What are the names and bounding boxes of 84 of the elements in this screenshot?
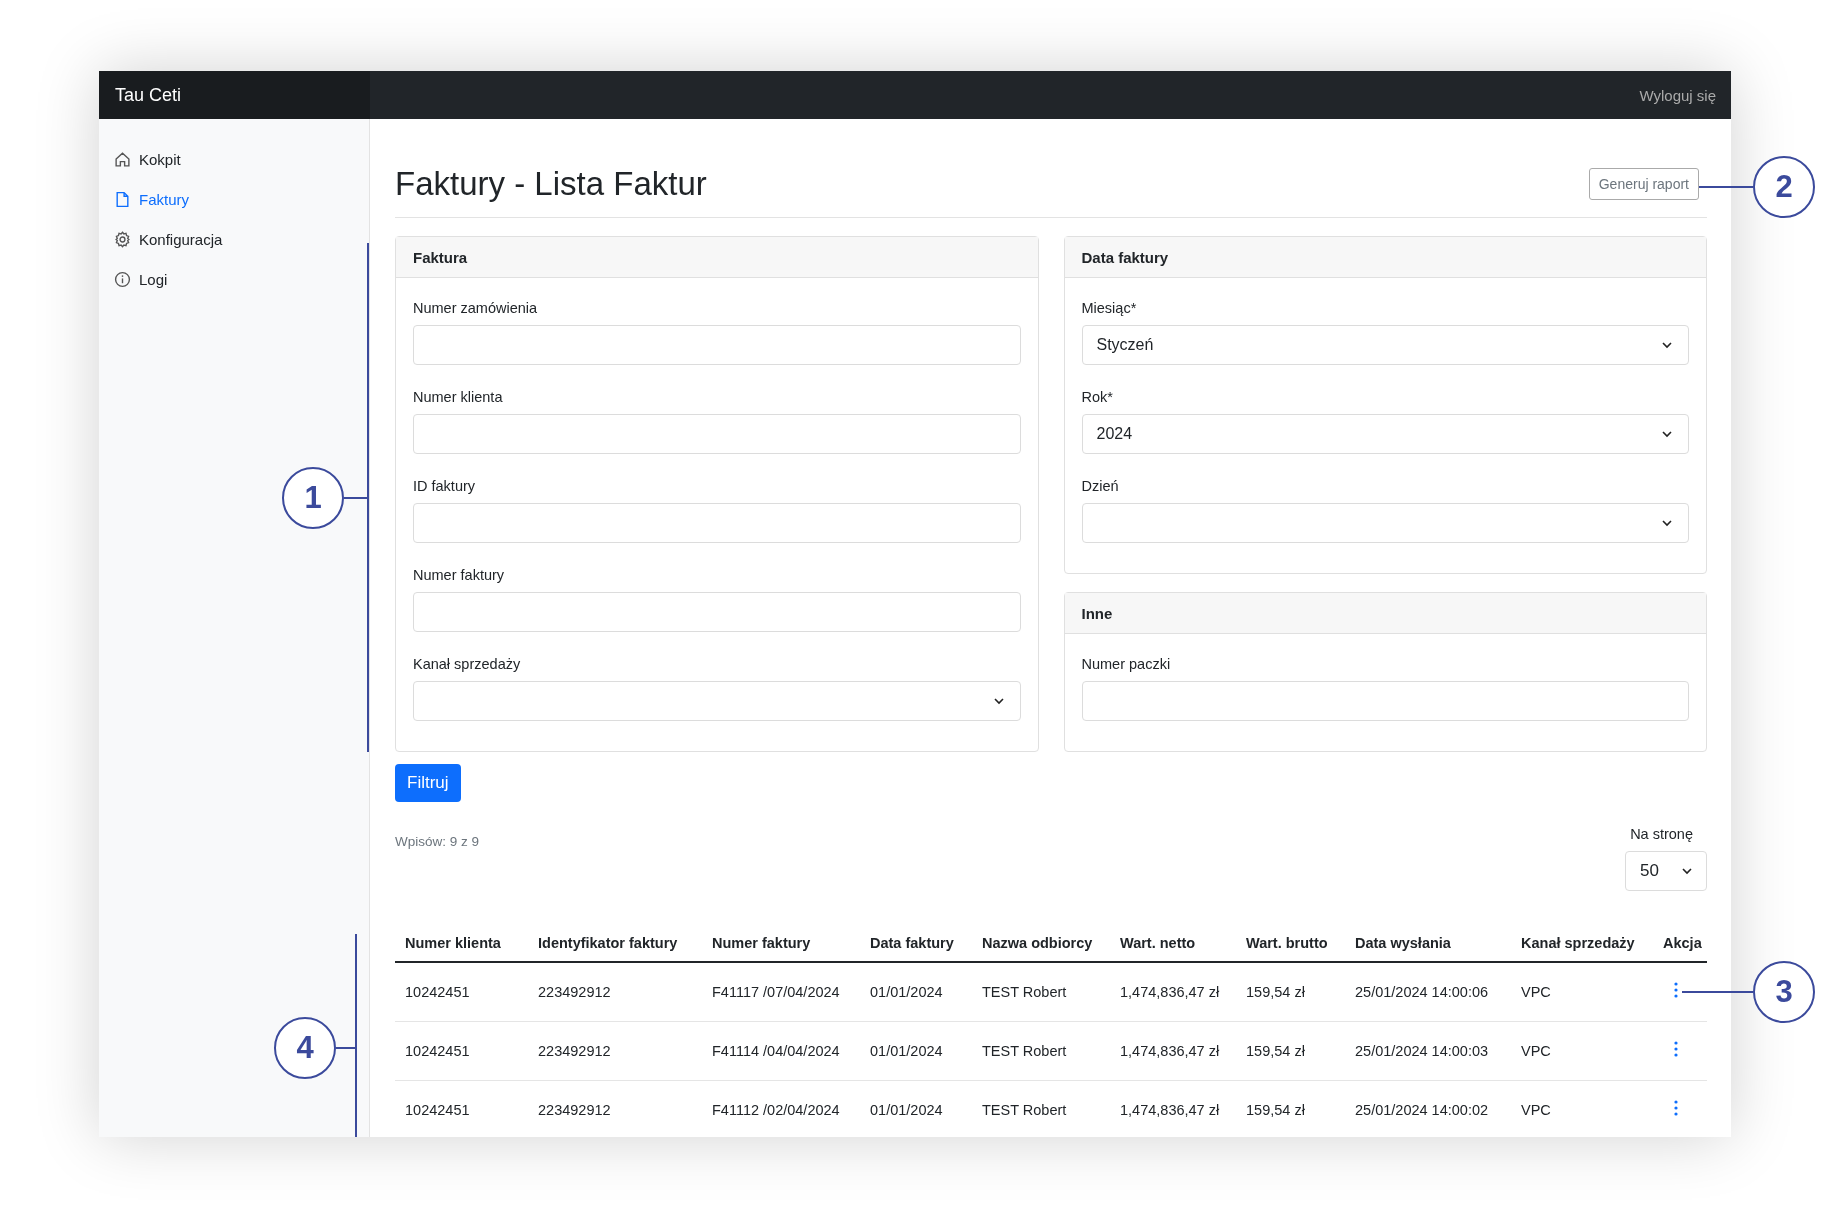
table-cell-text: 1,474,836,47 zł xyxy=(1119,984,1221,1000)
document-icon xyxy=(114,190,131,208)
table-cell-text: VPC xyxy=(1520,1043,1552,1059)
callout-number: 2 xyxy=(1753,156,1815,218)
sidebar-item[interactable]: Faktury xyxy=(99,179,369,219)
column-header: Wart. netto xyxy=(1119,934,1197,953)
column-header: Numer faktury xyxy=(711,934,812,953)
field-label: Rok* xyxy=(1081,389,1114,405)
per-page-label: Na stronę xyxy=(1630,826,1693,842)
table-cell-text: 159,54 zł xyxy=(1245,1043,1306,1059)
field-label: Miesiąc* xyxy=(1081,300,1138,316)
select-field[interactable] xyxy=(1081,503,1689,543)
input-field[interactable] xyxy=(413,503,1021,543)
table-cell-text: 223492912 xyxy=(537,984,612,1000)
column-header: Identyfikator faktury xyxy=(537,934,679,953)
column-header: Kanał sprzedaży xyxy=(1520,934,1636,953)
table-cell-text: 25/01/2024 14:00:03 xyxy=(1354,1043,1490,1059)
card-header: Inne xyxy=(1064,593,1706,634)
more-options-icon[interactable] xyxy=(1673,981,1679,999)
table-cell-text: 223492912 xyxy=(537,1102,612,1118)
more-options-icon[interactable] xyxy=(1673,1040,1679,1058)
table-cell-text: F41114 /04/04/2024 xyxy=(711,1043,841,1059)
table-cell-text: 159,54 zł xyxy=(1245,1102,1306,1118)
field-label: Numer faktury xyxy=(413,567,506,583)
column-header: Data wysłania xyxy=(1354,934,1452,953)
table-cell-text: 25/01/2024 14:00:06 xyxy=(1354,984,1490,1000)
column-header: Data faktury xyxy=(869,934,955,953)
column-header: Numer klienta xyxy=(404,934,502,953)
select-field[interactable]: 2024 xyxy=(1081,414,1689,454)
page-title: Faktury - Lista Faktur xyxy=(395,165,707,203)
table-cell-text: 223492912 xyxy=(537,1043,612,1059)
field-label: Numer zamówienia xyxy=(413,300,539,316)
input-field[interactable] xyxy=(413,414,1021,454)
input-field[interactable] xyxy=(413,325,1021,365)
logout-link[interactable]: Wyloguj się xyxy=(1639,86,1716,104)
card-header: Data faktury xyxy=(1064,237,1706,278)
select-field[interactable] xyxy=(413,681,1021,721)
field-label: Dzień xyxy=(1081,478,1120,494)
settings-icon xyxy=(114,230,131,248)
sidebar-item[interactable]: Logi xyxy=(99,259,369,299)
record-count: Wpisów: 9 z 9 xyxy=(395,834,480,849)
field-label: ID faktury xyxy=(413,478,477,494)
table-cell-text: 25/01/2024 14:00:02 xyxy=(1354,1102,1490,1118)
table-cell-text: TEST Robert xyxy=(981,984,1068,1000)
column-header: Wart. brutto xyxy=(1245,934,1329,953)
table-cell-text: TEST Robert xyxy=(981,1102,1068,1118)
per-page-select[interactable]: 50 xyxy=(1625,851,1707,891)
table-cell-text: 1,474,836,47 zł xyxy=(1119,1102,1221,1118)
report-button[interactable]: Generuj raport xyxy=(1588,168,1699,200)
filter-button[interactable]: Filtruj xyxy=(395,764,461,802)
field-label: Kanał sprzedaży xyxy=(413,656,522,672)
select-value: Styczeń xyxy=(1096,336,1154,354)
table-cell-text: F41117 /07/04/2024 xyxy=(711,984,841,1000)
select-value: 50 xyxy=(1640,861,1659,881)
input-field[interactable] xyxy=(413,592,1021,632)
column-header: Nazwa odbiorcy xyxy=(981,934,1094,953)
table-cell-text: VPC xyxy=(1520,1102,1552,1118)
table-cell-text: 01/01/2024 xyxy=(869,1043,944,1059)
leader-line xyxy=(1682,991,1753,993)
sidebar-item[interactable]: Konfiguracja xyxy=(99,219,369,259)
brand-name[interactable]: Tau Ceti xyxy=(99,71,370,119)
select-value: 2024 xyxy=(1096,425,1133,443)
input-field[interactable] xyxy=(1081,681,1689,721)
info-icon xyxy=(114,270,131,288)
callout-number: 3 xyxy=(1753,961,1815,1023)
table-cell-text: 01/01/2024 xyxy=(869,984,944,1000)
table-cell-text: 01/01/2024 xyxy=(869,1102,944,1118)
field-label: Numer paczki xyxy=(1081,656,1172,672)
table-cell-text: VPC xyxy=(1520,984,1552,1000)
card-header: Faktura xyxy=(396,237,1038,278)
select-field[interactable]: Styczeń xyxy=(1081,325,1689,365)
table-cell-text: 10242451 xyxy=(404,1102,471,1118)
table-cell-text: 10242451 xyxy=(404,984,471,1000)
table-cell-text: 159,54 zł xyxy=(1245,984,1306,1000)
table-cell-text: 1,474,836,47 zł xyxy=(1119,1043,1221,1059)
table-cell-text: F41112 /02/04/2024 xyxy=(711,1102,841,1118)
table-cell-text: TEST Robert xyxy=(981,1043,1068,1059)
field-label: Numer klienta xyxy=(413,389,504,405)
column-header: Akcja xyxy=(1662,934,1703,953)
home-icon xyxy=(114,150,131,168)
leader-line xyxy=(1699,186,1753,188)
table-cell-text: 10242451 xyxy=(404,1043,471,1059)
sidebar-item[interactable]: Kokpit xyxy=(99,139,369,179)
more-options-icon[interactable] xyxy=(1673,1099,1679,1117)
